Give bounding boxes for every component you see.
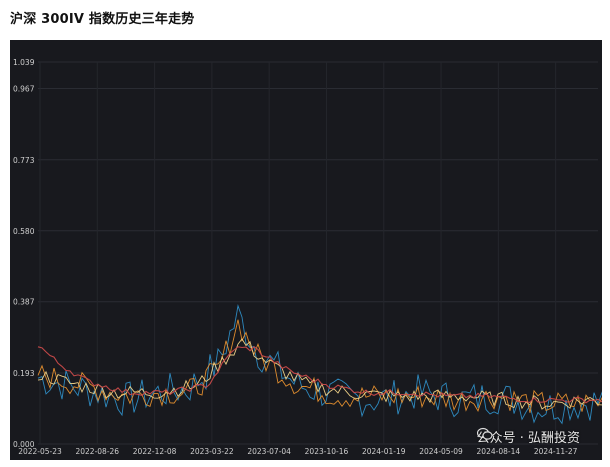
x-tick-label: 2022-12-08: [133, 447, 177, 456]
x-tick-label: 2023-03-22: [190, 447, 234, 456]
y-tick-label: 0.773: [13, 156, 35, 165]
wechat-icon: [476, 427, 493, 440]
chart-panel: 0.000 0.193 0.387 0.580 0.773 0.967 1.039 2022-…: [10, 40, 602, 460]
y-tick-label: 0.387: [13, 298, 35, 307]
y-tick-label: 0.193: [13, 369, 35, 378]
x-tick-label: 2024-11-27: [534, 447, 578, 456]
watermark: 公众号 · 弘酬投资: [476, 427, 580, 446]
iv-line-chart: 0.0000.1930.3870.5800.7730.9671.0392022-…: [13, 58, 602, 456]
x-tick-label: 2024-05-09: [419, 447, 463, 456]
x-tick-label: 2022-08-26: [75, 447, 119, 456]
page-title: 沪深 300IV 指数历史三年走势: [10, 12, 195, 27]
x-tick-label: 2023-10-16: [305, 447, 349, 456]
y-tick-label: 0.580: [13, 227, 35, 236]
x-tick-label: 2024-01-19: [362, 447, 406, 456]
series-line: [37, 304, 602, 425]
y-tick-label: 0.967: [13, 84, 35, 93]
y-tick-label: 1.039: [13, 58, 35, 67]
x-tick-label: 2022-05-23: [18, 447, 62, 456]
x-tick-label: 2024-08-14: [477, 447, 521, 456]
x-tick-label: 2023-07-04: [247, 447, 291, 456]
